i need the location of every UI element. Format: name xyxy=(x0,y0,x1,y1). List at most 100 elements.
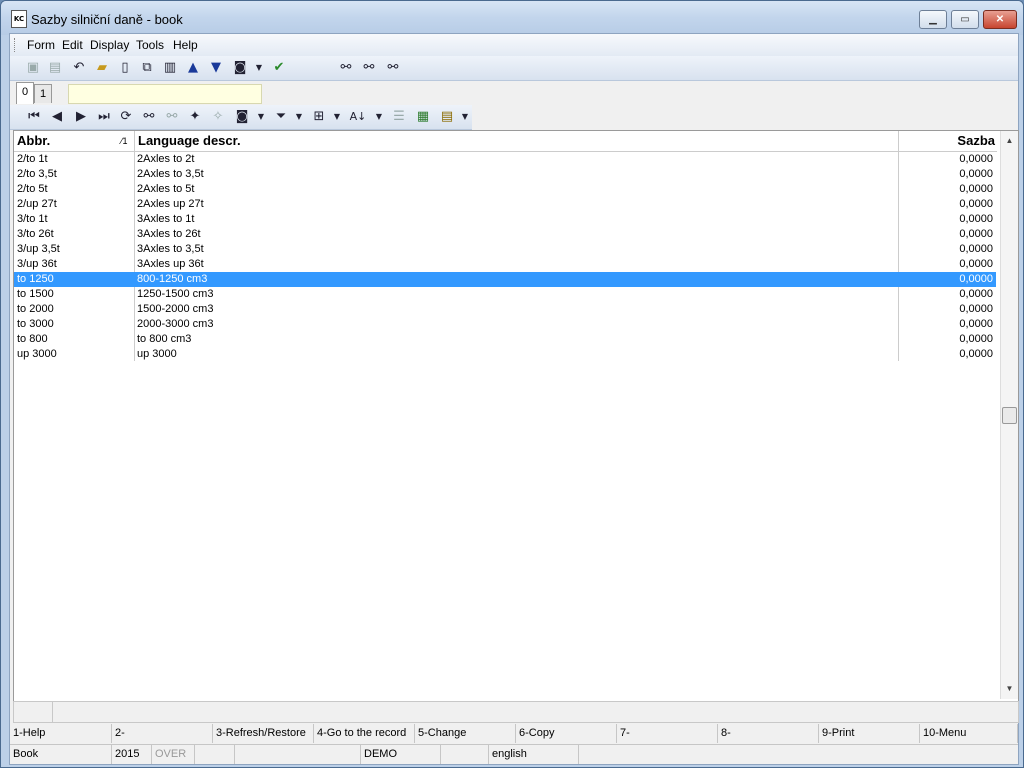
menu-edit[interactable]: Edit xyxy=(62,38,83,52)
table-row[interactable]: 2/to 5t 2Axles to 5t 0,0000 xyxy=(14,182,996,197)
find-settings-icon[interactable]: ⚯ xyxy=(384,59,402,77)
table-row[interactable]: 3/to 26t 3Axles to 26t 0,0000 xyxy=(14,227,996,242)
cell-rate: 0,0000 xyxy=(959,318,993,330)
menu-help[interactable]: Help xyxy=(173,38,198,52)
fkey-2[interactable]: 2- xyxy=(112,724,213,743)
maximize-button[interactable]: ▭ xyxy=(951,10,979,29)
table-row[interactable]: up 3000 up 3000 0,0000 xyxy=(14,347,996,362)
grid-find-icon[interactable]: ⚯ xyxy=(140,108,158,126)
cell-abbr: up 3000 xyxy=(17,348,57,360)
close-button[interactable]: ✕ xyxy=(983,10,1017,29)
camera-dropdown-icon[interactable]: ▼ xyxy=(254,59,264,77)
cell-descr: to 800 cm3 xyxy=(137,333,192,345)
table-row[interactable]: 2/to 3,5t 2Axles to 3,5t 0,0000 xyxy=(14,167,996,182)
fkey-10-menu[interactable]: 10-Menu xyxy=(920,724,1018,743)
cell-abbr: 2/to 3,5t xyxy=(17,168,57,180)
fkey-7[interactable]: 7- xyxy=(617,724,718,743)
save-icon[interactable]: ▣ xyxy=(24,59,42,77)
columns-icon[interactable]: ⊞ xyxy=(310,108,328,126)
sort-dropdown-icon[interactable]: ▼ xyxy=(374,108,384,126)
cell-descr: 2Axles to 3,5t xyxy=(137,168,204,180)
cell-rate: 0,0000 xyxy=(959,228,993,240)
menu-tools[interactable]: Tools xyxy=(136,38,164,52)
camera-icon[interactable]: ◙ xyxy=(231,59,249,77)
menu-form[interactable]: Form xyxy=(27,38,55,52)
add-bookmark-icon[interactable]: ✦ xyxy=(186,108,204,126)
status-cell xyxy=(441,745,489,764)
grid-camera-dropdown-icon[interactable]: ▼ xyxy=(256,108,266,126)
binoculars-icon[interactable]: ⚯ xyxy=(337,59,355,77)
scroll-thumb[interactable] xyxy=(1002,407,1017,424)
fkey-4-goto[interactable]: 4-Go to the record xyxy=(314,724,415,743)
move-down-icon[interactable]: ▼ xyxy=(207,59,225,77)
cell-rate: 0,0000 xyxy=(959,348,993,360)
table-row[interactable]: to 800 to 800 cm3 0,0000 xyxy=(14,332,996,347)
grid-find-next-icon[interactable]: ⚯ xyxy=(163,108,181,126)
title-bar[interactable]: KC Sazby silniční daně - book ▁ ▭ ✕ xyxy=(1,1,1023,35)
next-record-icon[interactable]: ▶ xyxy=(72,108,90,126)
fkey-1-help[interactable]: 1-Help xyxy=(10,724,112,743)
table-row[interactable]: to 3000 2000-3000 cm3 0,0000 xyxy=(14,317,996,332)
grid-toolbar: ⏮ ◀ ▶ ⏭ ⟳ ⚯ ⚯ ✦ ✧ ◙ ▼ ⏷ ▼ ⊞ ▼ A↓ ▼ ☰ ▦ ▤… xyxy=(10,105,472,130)
table-row[interactable]: to 2000 1500-2000 cm3 0,0000 xyxy=(14,302,996,317)
checkmark-icon[interactable]: ✔ xyxy=(270,59,288,77)
cell-rate: 0,0000 xyxy=(959,288,993,300)
scroll-up-icon[interactable]: ▲ xyxy=(1001,133,1018,149)
table-row[interactable]: 2/to 1t 2Axles to 2t 0,0000 xyxy=(14,152,996,167)
find-next-icon[interactable]: ⚯ xyxy=(360,59,378,77)
main-toolbar: ▣ ▤ ↶ ▰ ▯ ⧉ ▥ ▲ ▼ ◙ ▼ ✔ ⚯ ⚯ ⚯ xyxy=(10,56,1018,81)
cell-rate: 0,0000 xyxy=(959,183,993,195)
tab-1[interactable]: 1 xyxy=(34,84,52,103)
table-row[interactable]: to 1250 800-1250 cm3 0,0000 xyxy=(14,272,996,287)
table-row[interactable]: 3/up 3,5t 3Axles to 3,5t 0,0000 xyxy=(14,242,996,257)
move-up-icon[interactable]: ▲ xyxy=(184,59,202,77)
fkey-6-copy[interactable]: 6-Copy xyxy=(516,724,617,743)
column-header-abbr[interactable]: Abbr. ⁄1 xyxy=(14,131,137,152)
report-icon[interactable]: ▤ xyxy=(438,108,456,126)
remove-bookmark-icon[interactable]: ✧ xyxy=(209,108,227,126)
cell-descr: 800-1250 cm3 xyxy=(137,273,208,285)
cell-descr: 2000-3000 cm3 xyxy=(137,318,214,330)
menu-display[interactable]: Display xyxy=(90,38,129,52)
cell-abbr: 3/to 26t xyxy=(17,228,54,240)
cell-rate: 0,0000 xyxy=(959,213,993,225)
grid-camera-icon[interactable]: ◙ xyxy=(233,108,251,126)
cell-rate: 0,0000 xyxy=(959,258,993,270)
vertical-scrollbar[interactable]: ▲ ▼ xyxy=(1000,131,1018,699)
table-row[interactable]: to 1500 1250-1500 cm3 0,0000 xyxy=(14,287,996,302)
book-icon[interactable]: ▥ xyxy=(161,59,179,77)
fkey-5-change[interactable]: 5-Change xyxy=(415,724,516,743)
sort-icon[interactable]: A↓ xyxy=(349,108,367,126)
cell-abbr: to 1250 xyxy=(17,273,54,285)
minimize-button[interactable]: ▁ xyxy=(919,10,947,29)
refresh-icon[interactable]: ⟳ xyxy=(117,108,135,126)
columns-dropdown-icon[interactable]: ▼ xyxy=(332,108,342,126)
menu-grip xyxy=(14,38,18,52)
status-mode: OVER xyxy=(152,745,195,764)
filter-icon[interactable]: ⏷ xyxy=(272,108,290,126)
tab-0[interactable]: 0 xyxy=(16,82,34,104)
cell-rate: 0,0000 xyxy=(959,198,993,210)
table-row[interactable]: 2/up 27t 2Axles up 27t 0,0000 xyxy=(14,197,996,212)
tab-info-field xyxy=(68,84,262,104)
save-as-icon[interactable]: ▤ xyxy=(46,59,64,77)
report-dropdown-icon[interactable]: ▼ xyxy=(460,108,470,126)
column-header-descr[interactable]: Language descr. xyxy=(134,131,898,152)
scroll-down-icon[interactable]: ▼ xyxy=(1001,681,1018,697)
table-row[interactable]: 3/to 1t 3Axles to 1t 0,0000 xyxy=(14,212,996,227)
fkey-9-print[interactable]: 9-Print xyxy=(819,724,920,743)
previous-record-icon[interactable]: ◀ xyxy=(48,108,66,126)
fkey-8[interactable]: 8- xyxy=(718,724,819,743)
undo-icon[interactable]: ↶ xyxy=(70,59,88,77)
filter-dropdown-icon[interactable]: ▼ xyxy=(294,108,304,126)
table-row[interactable]: 3/up 36t 3Axles up 36t 0,0000 xyxy=(14,257,996,272)
excel-export-icon[interactable]: ▦ xyxy=(414,108,432,126)
column-header-rate[interactable]: Sazba xyxy=(898,131,997,152)
open-folder-icon[interactable]: ▰ xyxy=(93,59,111,77)
fkey-3-refresh[interactable]: 3-Refresh/Restore xyxy=(213,724,314,743)
first-record-icon[interactable]: ⏮ xyxy=(25,108,43,126)
new-document-icon[interactable]: ▯ xyxy=(116,59,134,77)
tree-icon[interactable]: ☰ xyxy=(390,108,408,126)
last-record-icon[interactable]: ⏭ xyxy=(95,108,113,126)
copy-record-icon[interactable]: ⧉ xyxy=(138,59,156,77)
